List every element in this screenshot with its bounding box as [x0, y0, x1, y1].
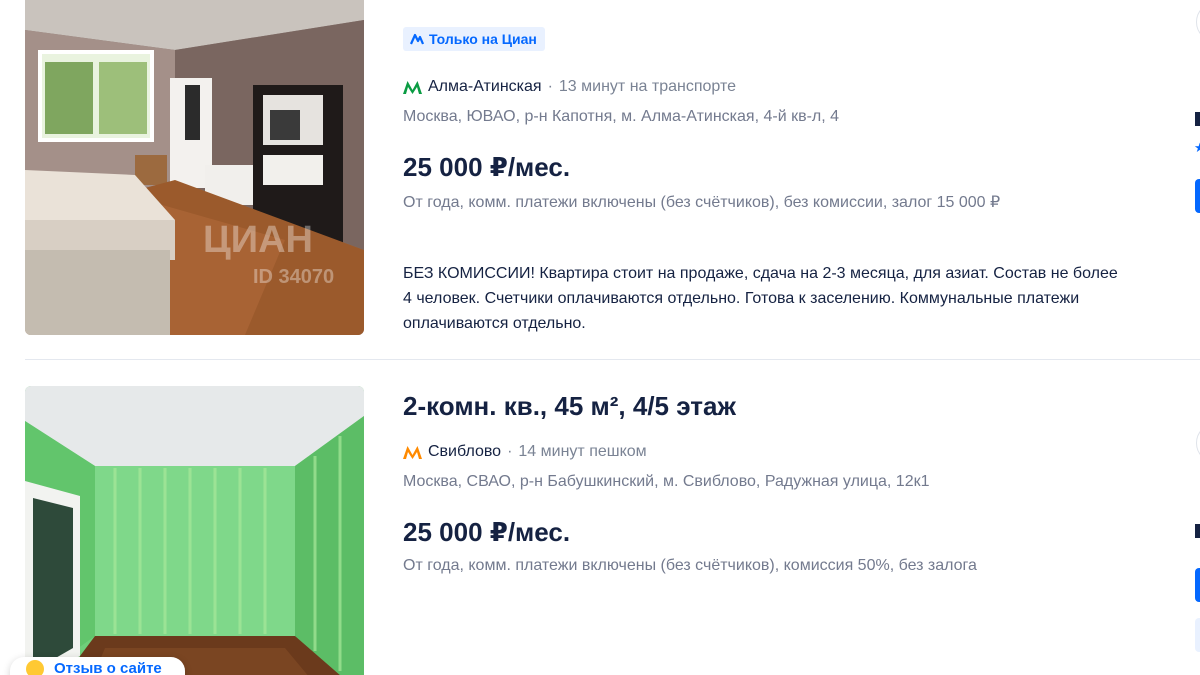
listing-description: БЕЗ КОМИССИИ! Квартира стоит на продаже,… — [403, 265, 1118, 332]
listing-address[interactable]: Москва, ЮВАО, р-н Капотня, м. Алма-Атинс… — [403, 108, 839, 126]
listing-photo-room[interactable]: ЦИАН ID 34070 — [25, 0, 364, 335]
metro-info: Свиблово · 14 минут пешком — [403, 443, 647, 461]
separator-dot: · — [507, 443, 513, 460]
feedback-chip-label: Отзыв о сайте — [54, 659, 162, 675]
feedback-chip[interactable]: Отзыв о сайте — [10, 657, 185, 675]
exclusive-badge[interactable]: Только на Циан — [403, 27, 545, 51]
rental-terms: От года, комм. платежи включены (без счё… — [403, 194, 1001, 211]
write-message-button-partial[interactable] — [1195, 618, 1200, 652]
listing-price: 25 000 ₽/мес. — [403, 152, 571, 182]
rating-star-icon: ★ — [1194, 140, 1200, 155]
metro-station-link[interactable]: Свиблово — [428, 443, 501, 461]
metro-info: Алма-Атинская · 13 минут на транспорте — [403, 78, 736, 96]
smile-emoji-icon — [26, 660, 44, 675]
metro-green-icon — [403, 80, 422, 94]
photo-watermark-logo: ЦИАН — [203, 219, 313, 261]
agent-name-partial — [1195, 112, 1200, 126]
listing-title-link[interactable]: 2-комн. кв., 45 м², 4/5 этаж — [403, 391, 736, 422]
listing-divider — [25, 359, 1200, 360]
metro-travel-time: 14 минут пешком — [518, 443, 647, 460]
metro-station-link[interactable]: Алма-Атинская — [428, 78, 542, 96]
badge-label: Только на Циан — [429, 31, 537, 47]
show-phone-button-partial[interactable] — [1195, 568, 1200, 602]
cian-logo-icon — [410, 33, 424, 45]
metro-orange-icon — [403, 445, 422, 459]
photo-watermark-id: ID 34070 — [253, 266, 334, 288]
listing-price: 25 000 ₽/мес. — [403, 517, 571, 547]
metro-travel-time: 13 минут на транспорте — [558, 78, 736, 95]
listing-address[interactable]: Москва, СВАО, р-н Бабушкинский, м. Свибл… — [403, 473, 929, 491]
agent-name-partial — [1195, 524, 1200, 538]
listing-photo-empty-room[interactable] — [25, 386, 364, 675]
separator-dot: · — [547, 78, 553, 95]
listing-card-2: 2-комн. кв., 45 м², 4/5 этаж Свиблово · … — [0, 361, 1200, 675]
rental-terms: От года, комм. платежи включены (без счё… — [403, 557, 977, 574]
show-phone-button-partial[interactable] — [1195, 179, 1200, 213]
listing-card-1: ЦИАН ID 34070 Только на Циан Алма-Атинск… — [0, 0, 1200, 360]
